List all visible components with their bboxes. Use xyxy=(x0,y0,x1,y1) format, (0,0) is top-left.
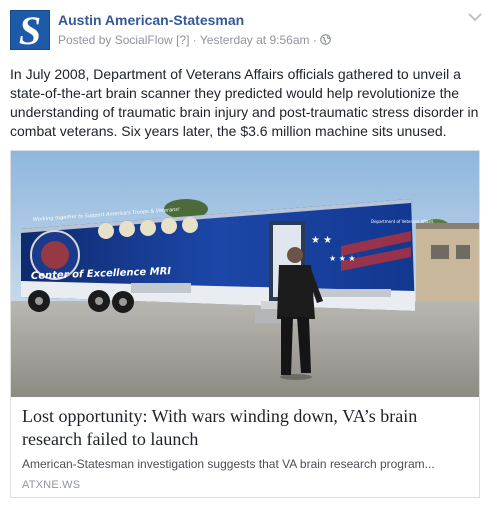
chevron-down-icon[interactable] xyxy=(468,12,482,22)
avatar-logo-letter: S xyxy=(18,10,42,50)
photo-department-text: Department of Veterans Affairs xyxy=(371,219,433,224)
page-avatar[interactable]: S xyxy=(10,10,50,50)
meta-separator-2: · xyxy=(309,33,321,47)
post-header: S Austin American-Statesman Posted by So… xyxy=(10,10,482,54)
globe-icon xyxy=(320,34,332,45)
article-description: American-Statesman investigation suggest… xyxy=(22,457,435,471)
svg-text:★ ★ ★: ★ ★ ★ xyxy=(329,254,356,263)
article-domain: ATXNE.WS xyxy=(22,479,81,491)
page-name-link[interactable]: Austin American-Statesman xyxy=(58,12,244,28)
posted-by-label: Posted by xyxy=(58,33,115,47)
timestamp-link[interactable]: Yesterday at 9:56am xyxy=(200,33,310,47)
svg-text:★ ★: ★ ★ xyxy=(311,235,332,246)
link-preview-card[interactable]: ★ ★ ★ ★ ★ Working together to Support Am… xyxy=(10,150,480,498)
post-message: In July 2008, Department of Veterans Aff… xyxy=(10,66,479,139)
meta-separator: · xyxy=(189,33,200,47)
post-meta: Posted by SocialFlow [?] · Yesterday at … xyxy=(58,33,332,47)
article-photo[interactable]: ★ ★ ★ ★ ★ Working together to Support Am… xyxy=(11,151,479,397)
poster-link[interactable]: SocialFlow xyxy=(115,33,173,47)
help-marker[interactable]: [?] xyxy=(173,33,189,47)
article-title-link[interactable]: Lost opportunity: With wars winding down… xyxy=(22,405,470,451)
